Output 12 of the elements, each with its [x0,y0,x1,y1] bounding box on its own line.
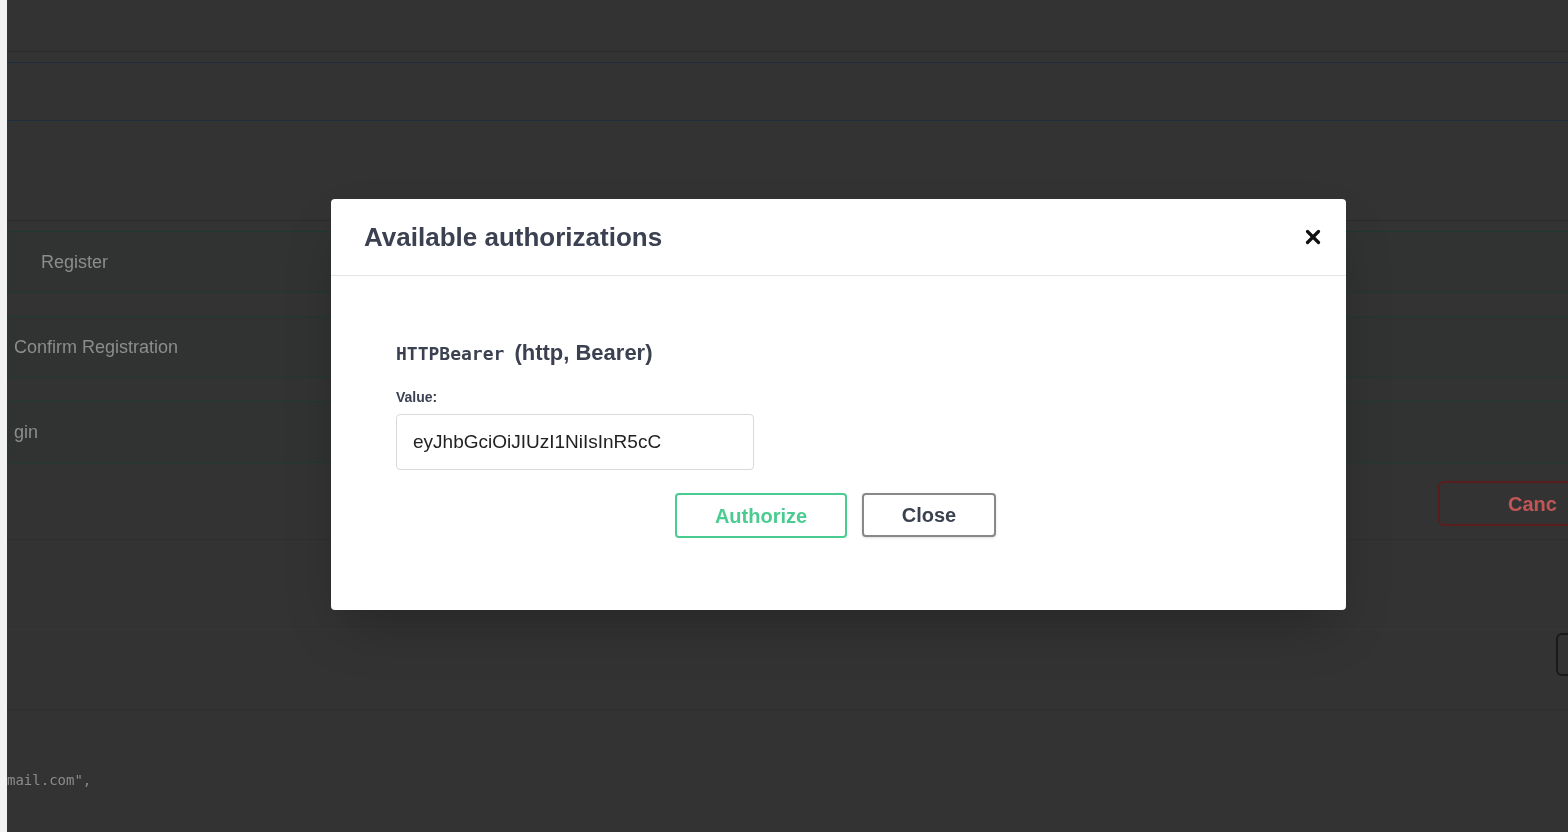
value-input[interactable]: eyJhbGciOiJIUzI1NiIsInR5cC [396,414,754,470]
operation-summary[interactable]: gin [7,418,39,446]
operation-summary[interactable]: Register [7,248,109,276]
close-button[interactable]: Close [862,493,996,537]
authorize-button[interactable]: Authorize [675,493,847,538]
scheme-name: HTTPBearer [396,342,505,366]
code-line: mail.com", [7,771,92,790]
operation-summary[interactable]: Confirm Registration [7,333,179,361]
cancel-button[interactable]: Canc [1438,481,1568,526]
dialog-title: Available authorizations [364,220,663,254]
value-label: Value: [396,388,438,407]
scheme-type: (http, Bearer) [514,339,653,367]
